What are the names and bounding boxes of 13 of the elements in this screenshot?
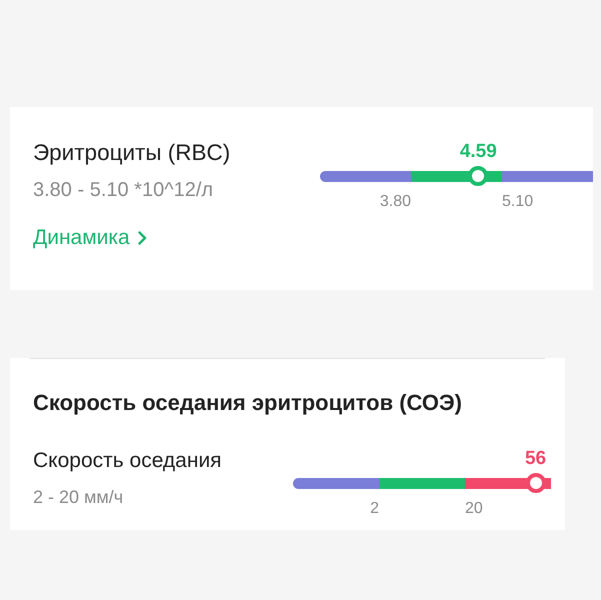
reference-range: 3.80 - 5.10 *10^12/л [33, 179, 214, 201]
result-value: 56 [524, 449, 546, 469]
indicator-title: Эритроциты (RBC) [33, 140, 230, 166]
indicator-title: Скорость оседания [33, 448, 222, 473]
reference-range: 2 - 20 мм/ч [33, 487, 124, 507]
tick-label: 3.80 [380, 193, 411, 211]
section-heading: Скорость оседания эритроцитов (СОЭ) [33, 390, 463, 415]
tick-label: 5.10 [502, 193, 534, 211]
tick-label: 2 [370, 500, 379, 518]
tick-label: 20 [465, 500, 483, 518]
dynamics-link[interactable]: Динамика [33, 227, 147, 249]
result-value: 4.59 [460, 142, 497, 162]
chevron-right-icon [138, 231, 147, 245]
